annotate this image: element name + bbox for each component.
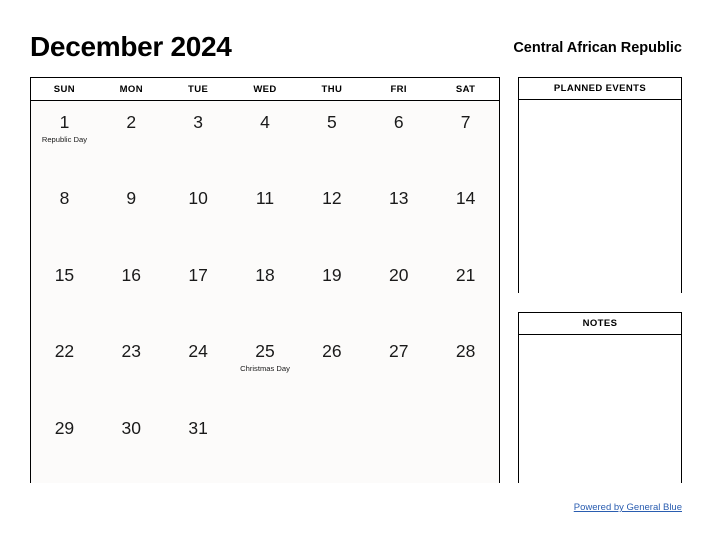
day-number: 30: [121, 417, 142, 438]
day-cell-18[interactable]: 18: [232, 254, 299, 330]
day-number: 10: [188, 188, 208, 209]
day-number: 1: [59, 112, 70, 132]
day-cell-17[interactable]: 17: [165, 254, 232, 330]
day-cell-20[interactable]: 20: [365, 254, 432, 330]
day-number: 22: [54, 341, 75, 362]
day-number: 28: [455, 341, 476, 362]
day-cell-29[interactable]: 29: [31, 407, 98, 483]
day-cell-24[interactable]: 24: [165, 330, 232, 406]
week-row: 29 30 31: [31, 407, 499, 483]
weekday-header-mon: MON: [119, 83, 143, 95]
day-number: 21: [455, 264, 476, 285]
day-number: 18: [255, 264, 275, 285]
notes-panel: NOTES: [518, 312, 682, 483]
day-cell-31[interactable]: 31: [165, 407, 232, 483]
day-number: 17: [188, 264, 208, 285]
day-number: 26: [322, 341, 342, 362]
day-number: 27: [388, 341, 409, 362]
weekday-header-sat: SAT: [455, 83, 476, 95]
day-cell-3[interactable]: 3: [165, 101, 232, 177]
day-number: 15: [54, 264, 75, 285]
day-cell-14[interactable]: 14: [432, 177, 499, 253]
weekday-header-tue: TUE: [188, 83, 209, 95]
day-number: 8: [59, 188, 70, 209]
day-number: 7: [460, 112, 471, 132]
day-cell-empty: [365, 407, 432, 483]
day-number: 25: [255, 341, 275, 362]
day-cell-12[interactable]: 12: [298, 177, 365, 253]
day-cell-27[interactable]: 27: [365, 330, 432, 406]
day-cell-8[interactable]: 8: [31, 177, 98, 253]
day-number: 29: [54, 417, 75, 438]
day-cell-13[interactable]: 13: [365, 177, 432, 253]
day-cell-7[interactable]: 7: [432, 101, 499, 177]
week-row: 8 9 10 11 12 13 14: [31, 177, 499, 253]
week-row: 22 23 24 25 Christmas Day 26 27 28: [31, 330, 499, 406]
day-number: 19: [322, 264, 342, 285]
weekday-header-row: SUN MON TUE WED THU FRI SAT: [31, 78, 499, 101]
day-cell-9[interactable]: 9: [98, 177, 165, 253]
day-cell-4[interactable]: 4: [232, 101, 299, 177]
notes-body[interactable]: [519, 335, 681, 483]
day-number: 9: [126, 188, 137, 209]
planned-events-panel: PLANNED EVENTS: [518, 77, 682, 293]
day-cell-10[interactable]: 10: [165, 177, 232, 253]
day-cell-30[interactable]: 30: [98, 407, 165, 483]
country-label: Central African Republic: [513, 40, 682, 56]
day-cell-6[interactable]: 6: [365, 101, 432, 177]
weekday-header-fri: FRI: [390, 83, 407, 95]
week-row: 15 16 17 18 19 20 21: [31, 254, 499, 330]
planned-events-title: PLANNED EVENTS: [519, 78, 681, 100]
day-cell-empty: [298, 407, 365, 483]
day-number: 11: [255, 188, 275, 209]
day-number: 13: [388, 188, 409, 209]
powered-by-link[interactable]: Powered by General Blue: [574, 502, 682, 513]
day-event-label: Christmas Day: [240, 364, 290, 374]
day-cell-15[interactable]: 15: [31, 254, 98, 330]
day-cell-1[interactable]: 1 Republic Day: [31, 101, 98, 177]
day-cell-16[interactable]: 16: [98, 254, 165, 330]
day-number: 20: [388, 264, 409, 285]
weekday-header-thu: THU: [321, 83, 343, 95]
notes-title: NOTES: [519, 313, 681, 335]
day-number: 16: [121, 264, 142, 285]
day-cell-21[interactable]: 21: [432, 254, 499, 330]
day-number: 24: [188, 341, 208, 362]
weekday-header-sun: SUN: [53, 83, 76, 95]
planned-events-body[interactable]: [519, 100, 681, 293]
day-cell-26[interactable]: 26: [298, 330, 365, 406]
day-cell-empty: [232, 407, 299, 483]
day-number: 23: [121, 341, 142, 362]
day-event-label: Republic Day: [41, 135, 88, 144]
week-row: 1 Republic Day 2 3 4 5 6 7: [31, 101, 499, 177]
page-footer: Powered by General Blue: [30, 497, 682, 513]
day-number: 6: [393, 112, 404, 132]
calendar-grid: SUN MON TUE WED THU FRI SAT 1 Republic Day 2 3 4 5 6…: [30, 77, 500, 483]
day-cell-22[interactable]: 22: [31, 330, 98, 406]
calendar-weeks: 1 Republic Day 2 3 4 5 6 7 8 9 10 11 12 13 14 15 16 17 18 1…: [31, 101, 499, 483]
day-cell-23[interactable]: 23: [98, 330, 165, 406]
day-cell-25[interactable]: 25 Christmas Day: [232, 330, 299, 406]
day-number: 12: [322, 188, 342, 209]
day-cell-19[interactable]: 19: [298, 254, 365, 330]
weekday-header-wed: WED: [253, 83, 277, 95]
day-number: 5: [327, 112, 337, 132]
page-title: December 2024: [30, 31, 232, 62]
day-cell-2[interactable]: 2: [98, 101, 165, 177]
day-number: 2: [126, 112, 137, 132]
day-number: 3: [193, 112, 204, 132]
day-number: 31: [188, 417, 208, 438]
day-cell-28[interactable]: 28: [432, 330, 499, 406]
calendar-page: December 2024 Central African Republic S…: [0, 0, 712, 550]
day-number: 4: [260, 112, 270, 132]
day-cell-11[interactable]: 11: [232, 177, 299, 253]
page-header: December 2024 Central African Republic: [30, 30, 682, 70]
day-cell-5[interactable]: 5: [298, 101, 365, 177]
day-cell-empty: [432, 407, 499, 483]
day-number: 14: [455, 188, 476, 209]
